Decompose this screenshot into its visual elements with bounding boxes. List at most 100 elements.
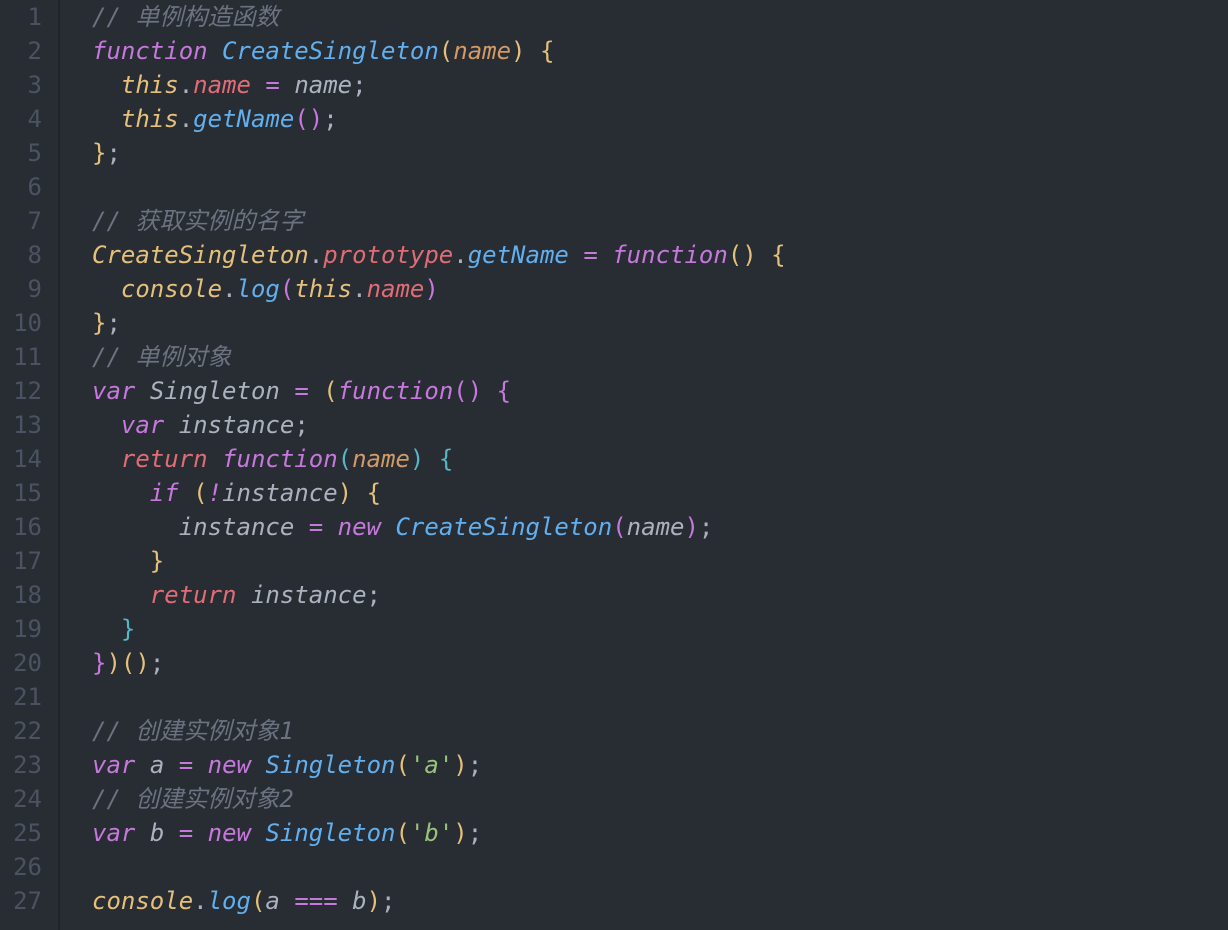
token-pn bbox=[526, 37, 540, 65]
token-pny: { bbox=[540, 37, 554, 65]
token-cm: // 获取实例的名字 bbox=[92, 207, 303, 235]
code-line[interactable]: this.getName(); bbox=[92, 105, 338, 133]
code-line[interactable]: }; bbox=[92, 139, 121, 167]
token-pn bbox=[135, 819, 149, 847]
line-number: 15 bbox=[0, 476, 42, 510]
token-pn bbox=[208, 445, 222, 473]
token-pnp: ( bbox=[280, 275, 294, 303]
line-number: 23 bbox=[0, 748, 42, 782]
line-number: 21 bbox=[0, 680, 42, 714]
token-cm: // 单例对象 bbox=[92, 343, 231, 371]
token-pnb: } bbox=[121, 615, 135, 643]
code-line[interactable]: function CreateSingleton(name) { bbox=[92, 37, 554, 65]
token-id: Singleton bbox=[150, 377, 280, 405]
token-id: name bbox=[294, 71, 352, 99]
token-pny: ) bbox=[453, 819, 467, 847]
line-number: 3 bbox=[0, 68, 42, 102]
code-line[interactable]: } bbox=[92, 547, 164, 575]
line-number: 14 bbox=[0, 442, 42, 476]
token-pnb: ( bbox=[338, 445, 352, 473]
code-line[interactable]: // 获取实例的名字 bbox=[92, 207, 303, 235]
code-line[interactable]: var instance; bbox=[92, 411, 309, 439]
code-line[interactable]: console.log(this.name) bbox=[92, 275, 439, 303]
token-id: instance bbox=[179, 411, 295, 439]
code-editor[interactable]: 1234567891011121314151617181920212223242… bbox=[0, 0, 1228, 930]
token-pn: ; bbox=[323, 105, 337, 133]
code-line[interactable]: if (!instance) { bbox=[92, 479, 381, 507]
code-line[interactable]: CreateSingleton.prototype.getName = func… bbox=[92, 241, 786, 269]
code-line[interactable]: this.name = name; bbox=[92, 71, 367, 99]
token-pn bbox=[135, 377, 149, 405]
token-kw: var bbox=[121, 411, 164, 439]
token-pn: . bbox=[352, 275, 366, 303]
token-op: = bbox=[583, 241, 597, 269]
token-prop: name bbox=[193, 71, 251, 99]
token-pn bbox=[92, 615, 121, 643]
code-line[interactable]: // 创建实例对象1 bbox=[92, 717, 294, 745]
line-number: 16 bbox=[0, 510, 42, 544]
token-pny: { bbox=[367, 479, 381, 507]
token-fn: Singleton bbox=[265, 819, 395, 847]
token-pn bbox=[251, 751, 265, 779]
code-line[interactable]: // 单例对象 bbox=[92, 343, 231, 371]
code-line[interactable]: var b = new Singleton('b'); bbox=[92, 819, 482, 847]
token-pny: ) bbox=[511, 37, 525, 65]
token-pn: ; bbox=[294, 411, 308, 439]
token-fn: log bbox=[237, 275, 280, 303]
code-line[interactable]: instance = new CreateSingleton(name); bbox=[92, 513, 713, 541]
code-column[interactable]: // 单例构造函数 function CreateSingleton(name)… bbox=[58, 0, 1228, 930]
line-number: 9 bbox=[0, 272, 42, 306]
code-line[interactable]: }; bbox=[92, 309, 121, 337]
token-id: instance bbox=[251, 581, 367, 609]
token-op: = bbox=[179, 751, 193, 779]
token-pny: ) bbox=[135, 649, 149, 677]
token-cm: // 创建实例对象1 bbox=[92, 717, 294, 745]
token-id: instance bbox=[179, 513, 295, 541]
token-pn bbox=[92, 479, 150, 507]
token-kw: new bbox=[338, 513, 381, 541]
line-number: 27 bbox=[0, 884, 42, 918]
token-pn bbox=[251, 819, 265, 847]
token-kw: new bbox=[208, 819, 251, 847]
code-line[interactable]: var a = new Singleton('a'); bbox=[92, 751, 482, 779]
token-pny: } bbox=[92, 309, 106, 337]
token-pn bbox=[92, 581, 150, 609]
token-pn bbox=[92, 547, 150, 575]
token-pny: ( bbox=[323, 377, 337, 405]
line-number: 5 bbox=[0, 136, 42, 170]
token-pnp: ( bbox=[453, 377, 467, 405]
token-pny: ( bbox=[728, 241, 742, 269]
token-str: 'a' bbox=[410, 751, 453, 779]
code-line[interactable]: // 创建实例对象2 bbox=[92, 785, 294, 813]
token-pny: ) bbox=[367, 887, 381, 915]
code-line[interactable]: console.log(a === b); bbox=[92, 887, 396, 915]
token-pn: . bbox=[179, 71, 193, 99]
gutter: 1234567891011121314151617181920212223242… bbox=[0, 0, 58, 930]
token-fn: CreateSingleton bbox=[222, 37, 439, 65]
token-pn: ; bbox=[106, 139, 120, 167]
line-number: 19 bbox=[0, 612, 42, 646]
token-id: a bbox=[150, 751, 164, 779]
code-line[interactable]: } bbox=[92, 615, 135, 643]
code-line[interactable]: // 单例构造函数 bbox=[92, 3, 279, 31]
token-pn bbox=[237, 581, 251, 609]
token-op: === bbox=[294, 887, 337, 915]
line-number: 13 bbox=[0, 408, 42, 442]
token-id: b bbox=[150, 819, 164, 847]
code-line[interactable]: return instance; bbox=[92, 581, 381, 609]
line-number: 24 bbox=[0, 782, 42, 816]
token-pn: ; bbox=[699, 513, 713, 541]
code-area[interactable]: // 单例构造函数 function CreateSingleton(name)… bbox=[58, 0, 1228, 918]
token-pny: } bbox=[150, 547, 164, 575]
token-kw: function bbox=[612, 241, 728, 269]
line-number: 6 bbox=[0, 170, 42, 204]
token-cls: CreateSingleton bbox=[92, 241, 309, 269]
line-number: 26 bbox=[0, 850, 42, 884]
line-number: 2 bbox=[0, 34, 42, 68]
token-pn bbox=[135, 751, 149, 779]
code-line[interactable]: })(); bbox=[92, 649, 164, 677]
code-line[interactable]: var Singleton = (function() { bbox=[92, 377, 511, 405]
token-str: 'b' bbox=[410, 819, 453, 847]
code-line[interactable]: return function(name) { bbox=[92, 445, 453, 473]
token-this: this bbox=[121, 105, 179, 133]
